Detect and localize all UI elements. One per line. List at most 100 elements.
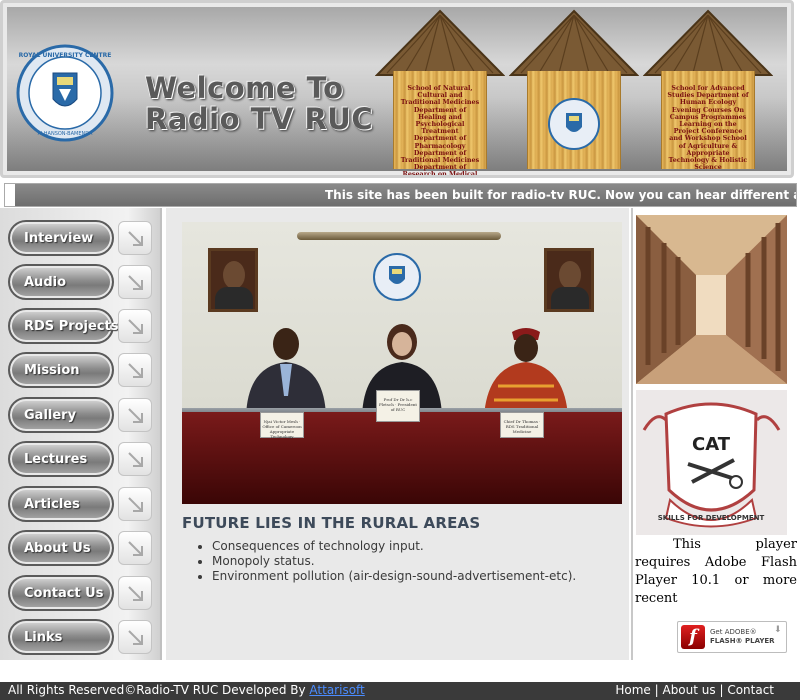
- nav-button-audio[interactable]: Audio: [8, 264, 114, 300]
- sidebar-nav: Interview Audio RDS Projects Mission Gal…: [0, 208, 162, 660]
- nav-label: Contact Us: [24, 586, 104, 601]
- nav-item-interview[interactable]: Interview: [8, 220, 154, 256]
- university-seal-icon: [373, 253, 421, 301]
- nav-item-lectures[interactable]: Lectures: [8, 441, 154, 477]
- nav-item-contact-us[interactable]: Contact Us: [8, 575, 154, 611]
- welcome-line-1: Welcome To: [145, 71, 344, 105]
- nav-button-lectures[interactable]: Lectures: [8, 441, 114, 477]
- hut-1: School of Natural, Cultural and Traditio…: [375, 9, 505, 175]
- nav-label: Articles: [24, 497, 80, 512]
- hut-3: School for Advanced Studies Department o…: [643, 9, 773, 172]
- thatch-roof-icon: [375, 9, 505, 76]
- flash-badge-line-1: Get ADOBE®: [710, 628, 757, 636]
- arrow-down-right-icon[interactable]: [118, 531, 152, 565]
- portrait-right: [544, 248, 594, 312]
- developer-link[interactable]: Attarisoft: [309, 683, 364, 697]
- nav-label: Audio: [24, 275, 67, 290]
- list-item: Monopoly status.: [212, 554, 576, 569]
- cat-emblem-icon: CAT SKILLS FOR DEVELOPMENT: [636, 390, 787, 535]
- nav-label: Interview: [24, 231, 94, 246]
- hut-2: [509, 9, 639, 169]
- hut-sign-3: School for Advanced Studies Department o…: [667, 84, 749, 172]
- flash-required-message: This player requires Adobe Flash Player …: [635, 537, 797, 606]
- nav-button-contact-us[interactable]: Contact Us: [8, 575, 114, 611]
- portrait-left: [208, 248, 258, 312]
- footer-link-about-us[interactable]: About us: [662, 683, 715, 697]
- list-item: Consequences of technology input.: [212, 539, 576, 554]
- svg-text:ROYAL UNIVERSITY CENTRE: ROYAL UNIVERSITY CENTRE: [19, 52, 112, 59]
- footer-links: Home | About us | Contact: [615, 683, 774, 697]
- arrow-down-right-icon[interactable]: [118, 309, 152, 343]
- nav-button-gallery[interactable]: Gallery: [8, 397, 114, 433]
- hut-illustration: School of Natural, Cultural and Traditio…: [375, 9, 785, 175]
- footer-link-contact[interactable]: Contact: [727, 683, 774, 697]
- panel-photo: Njai Victor Mesh · Office of Cameroon Ap…: [182, 222, 622, 504]
- page: ROYAL UNIVERSITY CENTRE ALHANSON-BAMENDA…: [0, 0, 800, 700]
- download-arrow-icon: ⬇: [774, 625, 782, 635]
- flash-logo-icon: f: [681, 625, 705, 649]
- footer-separator: |: [715, 683, 728, 697]
- marquee-cap: [5, 184, 15, 206]
- nav-button-links[interactable]: Links: [8, 619, 114, 655]
- university-logo-icon: ROYAL UNIVERSITY CENTRE ALHANSON-BAMENDA: [16, 44, 114, 142]
- cat-logo: CAT SKILLS FOR DEVELOPMENT: [636, 390, 787, 535]
- conference-table: [182, 412, 622, 504]
- arrow-down-right-icon[interactable]: [118, 442, 152, 476]
- nav-label: Gallery: [24, 408, 77, 423]
- nav-item-articles[interactable]: Articles: [8, 486, 154, 522]
- nav-button-mission[interactable]: Mission: [8, 352, 114, 388]
- footer-copyright: All Rights Reserved©Radio-TV RUC Develop…: [8, 683, 365, 697]
- footer: All Rights Reserved©Radio-TV RUC Develop…: [0, 682, 800, 700]
- nav-item-links[interactable]: Links: [8, 619, 154, 655]
- name-card-3: Chief Dr Thomas · RDS Traditional Medici…: [500, 412, 544, 438]
- nav-item-mission[interactable]: Mission: [8, 352, 154, 388]
- arrow-down-right-icon[interactable]: [118, 620, 152, 654]
- footer-link-home[interactable]: Home: [615, 683, 650, 697]
- nav-label: Links: [24, 630, 63, 645]
- list-item: Environment pollution (air-design-sound-…: [212, 569, 576, 584]
- welcome-line-2: Radio TV RUC: [145, 102, 374, 136]
- main-content: Njai Victor Mesh · Office of Cameroon Ap…: [166, 208, 629, 660]
- flash-badge-line-2: FLASH® PLAYER: [710, 637, 775, 645]
- bullet-list: Consequences of technology input. Monopo…: [212, 539, 576, 584]
- person-right: [484, 328, 568, 416]
- curtain-rail: [297, 232, 501, 240]
- arrow-down-right-icon[interactable]: [118, 398, 152, 432]
- cat-text: CAT: [692, 434, 731, 455]
- name-card-1: Njai Victor Mesh · Office of Cameroon Ap…: [260, 412, 304, 439]
- page-headline: FUTURE LIES IN THE RURAL AREAS: [182, 514, 481, 532]
- university-seal-icon: [548, 98, 600, 150]
- nav-item-gallery[interactable]: Gallery: [8, 397, 154, 433]
- get-flash-player-button[interactable]: f Get ADOBE® FLASH® PLAYER ⬇: [677, 621, 787, 653]
- arrow-down-right-icon[interactable]: [118, 487, 152, 521]
- footer-separator: |: [650, 683, 663, 697]
- nav-button-articles[interactable]: Articles: [8, 486, 114, 522]
- arrow-down-right-icon[interactable]: [118, 353, 152, 387]
- arrow-down-right-icon[interactable]: [118, 221, 152, 255]
- nav-label: Lectures: [24, 452, 88, 467]
- thatch-roof-icon: [509, 9, 639, 76]
- marquee-text: This site has been built for radio-tv RU…: [325, 188, 796, 202]
- person-left: [246, 328, 326, 416]
- nav-item-audio[interactable]: Audio: [8, 264, 154, 300]
- right-column: CAT SKILLS FOR DEVELOPMENT This player r…: [631, 208, 800, 660]
- news-marquee: This site has been built for radio-tv RU…: [4, 183, 797, 207]
- corridor-photo: [636, 215, 787, 384]
- nav-button-rds-projects[interactable]: RDS Projects: [8, 308, 119, 344]
- arrow-down-right-icon[interactable]: [118, 576, 152, 610]
- thatch-roof-icon: [643, 9, 773, 76]
- cat-motto: SKILLS FOR DEVELOPMENT: [658, 514, 765, 522]
- nav-button-about-us[interactable]: About Us: [8, 530, 114, 566]
- hut-sign-1: School of Natural, Cultural and Traditio…: [400, 84, 480, 178]
- nav-button-interview[interactable]: Interview: [8, 220, 114, 256]
- arrow-down-right-icon[interactable]: [118, 265, 152, 299]
- nav-label: RDS Projects: [24, 319, 119, 334]
- welcome-title: Welcome To Radio TV RUC: [145, 73, 373, 135]
- copyright-text: All Rights Reserved©Radio-TV RUC Develop…: [8, 683, 310, 697]
- name-card-2: Prof Dr Dr h.c Pletsch · President of RU…: [376, 390, 420, 422]
- nav-item-rds-projects[interactable]: RDS Projects: [8, 308, 154, 344]
- nav-label: Mission: [24, 363, 80, 378]
- header-banner: ROYAL UNIVERSITY CENTRE ALHANSON-BAMENDA…: [0, 0, 794, 178]
- svg-text:ALHANSON-BAMENDA: ALHANSON-BAMENDA: [38, 131, 93, 137]
- nav-item-about-us[interactable]: About Us: [8, 530, 154, 566]
